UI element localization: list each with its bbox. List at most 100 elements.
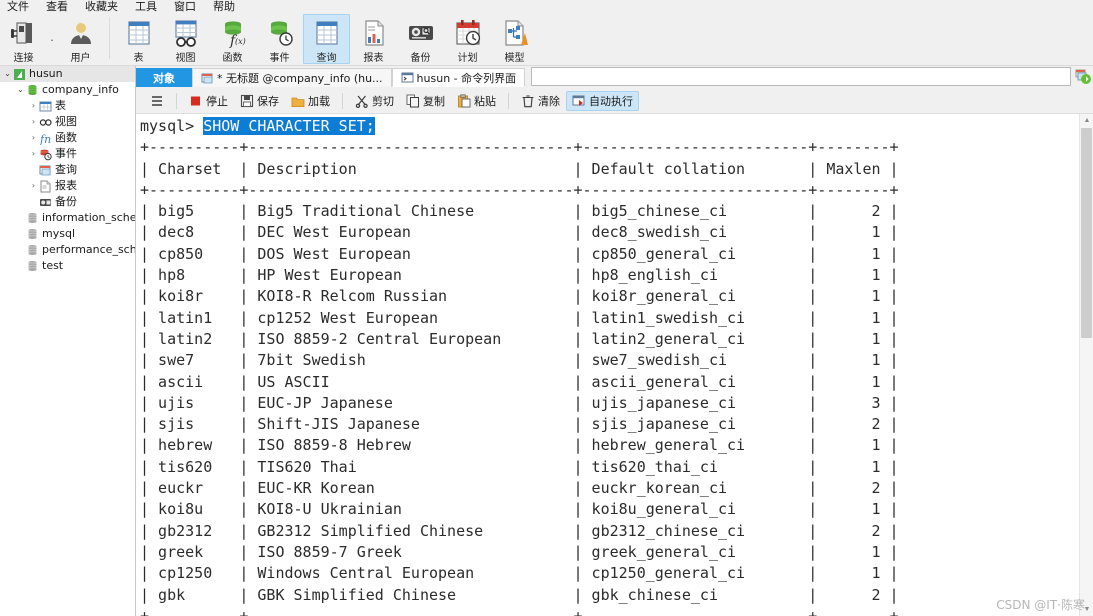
- clear-button[interactable]: 清除: [515, 91, 566, 111]
- console-tab-icon: [401, 71, 414, 84]
- tab-strip: 对象 * 无标题 @company_info (hu... husun - 命令列界…: [136, 66, 1093, 87]
- menu-tools[interactable]: 工具: [130, 0, 169, 14]
- tree-item-mysql[interactable]: mysql: [0, 226, 135, 242]
- tree-item-[interactable]: › 视图: [0, 114, 135, 130]
- ribbon-button-backup[interactable]: 备份: [397, 14, 444, 64]
- ribbon-button-user[interactable]: 用户: [57, 14, 104, 64]
- paste-button[interactable]: 粘贴: [451, 91, 502, 111]
- tree-item-label: 查询: [55, 162, 77, 178]
- toolbar-button-label: 加载: [308, 93, 330, 109]
- tab-list: 对象 * 无标题 @company_info (hu... husun - 命令列界…: [136, 68, 525, 87]
- refresh-object-icon[interactable]: [1071, 66, 1093, 87]
- chevron-right-icon[interactable]: ›: [28, 114, 39, 130]
- function-icon: f(x): [218, 18, 248, 48]
- tab-untitled-query[interactable]: * 无标题 @company_info (hu...: [192, 68, 392, 87]
- ribbon-button-label: 视图: [176, 49, 196, 64]
- tree-item-[interactable]: ›事件: [0, 146, 135, 162]
- tab-command-line[interactable]: husun - 命令列界面: [392, 68, 526, 87]
- address-input[interactable]: [531, 67, 1071, 86]
- user-icon: [66, 18, 96, 48]
- tree-item-label: performance_schema: [42, 242, 136, 258]
- function-node-icon: fn: [39, 132, 52, 145]
- table-row: | gb2312 | GB2312 Simplified Chinese | g…: [140, 521, 1079, 542]
- table-row: | tis620 | TIS620 Thai | tis620_thai_ci …: [140, 457, 1079, 478]
- menu-view[interactable]: 查看: [41, 0, 80, 14]
- save-icon: [240, 94, 254, 108]
- tree-item-[interactable]: 查询: [0, 162, 135, 178]
- ribbon-button-report[interactable]: 报表: [350, 14, 397, 64]
- chevron-right-icon[interactable]: ›: [28, 146, 39, 162]
- view-node-icon: [39, 116, 52, 129]
- menu-hamburger-button[interactable]: [144, 91, 170, 111]
- tree-item-test[interactable]: test: [0, 258, 135, 274]
- event-node-icon: [39, 148, 52, 161]
- toolbar-separator: [508, 93, 509, 109]
- table-row: | gbk | GBK Simplified Chinese | gbk_chi…: [140, 585, 1079, 606]
- tree-item-[interactable]: ›报表: [0, 178, 135, 194]
- auto-execute-button[interactable]: 自动执行: [566, 91, 639, 111]
- sql-command-selected: SHOW CHARACTER SET;: [203, 117, 375, 135]
- ribbon-button-connection[interactable]: 连接: [0, 14, 47, 64]
- tree-item-[interactable]: 备份: [0, 194, 135, 210]
- scroll-up-arrow[interactable]: ▲: [1080, 114, 1093, 127]
- scrollbar-thumb[interactable]: [1081, 128, 1092, 338]
- shell-prompt: mysql>: [140, 117, 203, 135]
- table-border-top: +----------+----------------------------…: [140, 137, 1079, 158]
- tree-item-information_schema[interactable]: information_schema: [0, 210, 135, 226]
- table-row: | sjis | Shift-JIS Japanese | sjis_japan…: [140, 414, 1079, 435]
- tree-item-[interactable]: ›表: [0, 98, 135, 114]
- command-line-output[interactable]: mysql> SHOW CHARACTER SET;+----------+--…: [136, 114, 1079, 616]
- ribbon-button-schedule[interactable]: 计划: [444, 14, 491, 64]
- svg-text:(x): (x): [235, 37, 246, 46]
- ribbon-button-table[interactable]: 表: [115, 14, 162, 64]
- connection-dropdown-dot[interactable]: ·: [47, 14, 57, 64]
- table-row: | latin1 | cp1252 West European | latin1…: [140, 308, 1079, 329]
- ribbon-button-model[interactable]: 模型: [491, 14, 538, 64]
- ribbon-button-label: 备份: [411, 49, 431, 64]
- trash-icon: [521, 94, 535, 108]
- chevron-down-icon[interactable]: ⌄: [15, 82, 26, 98]
- load-button[interactable]: 加载: [285, 91, 336, 111]
- tree-item-label: 视图: [55, 114, 77, 130]
- menu-bar: 文件查看收藏夹工具窗口帮助: [0, 0, 1093, 14]
- load-icon: [291, 94, 305, 108]
- object-tree-panel[interactable]: ⌄husun⌄company_info›表›视图›fn函数›事件查询›报表备份i…: [0, 66, 136, 616]
- stop-button[interactable]: 停止: [183, 91, 234, 111]
- view-icon: [171, 18, 201, 48]
- ribbon-button-query[interactable]: 查询: [303, 14, 350, 64]
- tab-label: husun - 命令列界面: [417, 70, 517, 86]
- toolbar-button-label: 停止: [206, 93, 228, 109]
- vertical-scrollbar[interactable]: ▲ ▼: [1079, 114, 1093, 616]
- database-gray-icon: [26, 228, 39, 241]
- tab-objects[interactable]: 对象: [136, 68, 192, 87]
- copy-button[interactable]: 复制: [400, 91, 451, 111]
- terminal-command-line: mysql> SHOW CHARACTER SET;: [140, 116, 1079, 137]
- tree-item-label: 函数: [55, 130, 77, 146]
- chevron-right-icon[interactable]: ›: [28, 98, 39, 114]
- ribbon-separator: [109, 17, 110, 59]
- menu-file[interactable]: 文件: [2, 0, 41, 14]
- table-row: | big5 | Big5 Traditional Chinese | big5…: [140, 201, 1079, 222]
- tree-item-performance_schema[interactable]: performance_schema: [0, 242, 135, 258]
- tree-item-label: mysql: [42, 226, 75, 242]
- ribbon-button-view[interactable]: 视图: [162, 14, 209, 64]
- save-button[interactable]: 保存: [234, 91, 285, 111]
- menu-help[interactable]: 帮助: [208, 0, 247, 14]
- database-gray-icon: [26, 212, 39, 225]
- schedule-icon: [453, 18, 483, 48]
- chevron-right-icon[interactable]: ›: [28, 130, 39, 146]
- ribbon-button-event[interactable]: 事件: [256, 14, 303, 64]
- ribbon-button-function[interactable]: f(x)函数: [209, 14, 256, 64]
- toolbar-button-label: 复制: [423, 93, 445, 109]
- chevron-down-icon[interactable]: ⌄: [2, 66, 13, 82]
- tab-label: 对象: [153, 70, 175, 86]
- menu-window[interactable]: 窗口: [169, 0, 208, 14]
- menu-favorites[interactable]: 收藏夹: [80, 0, 130, 14]
- chevron-right-icon[interactable]: ›: [28, 178, 39, 194]
- scissors-icon: [355, 94, 369, 108]
- cut-button[interactable]: 剪切: [349, 91, 400, 111]
- toolbar-separator: [176, 93, 177, 109]
- tree-item-company_info[interactable]: ⌄company_info: [0, 82, 135, 98]
- tree-item-husun[interactable]: ⌄husun: [0, 66, 135, 82]
- tree-item-[interactable]: ›fn函数: [0, 130, 135, 146]
